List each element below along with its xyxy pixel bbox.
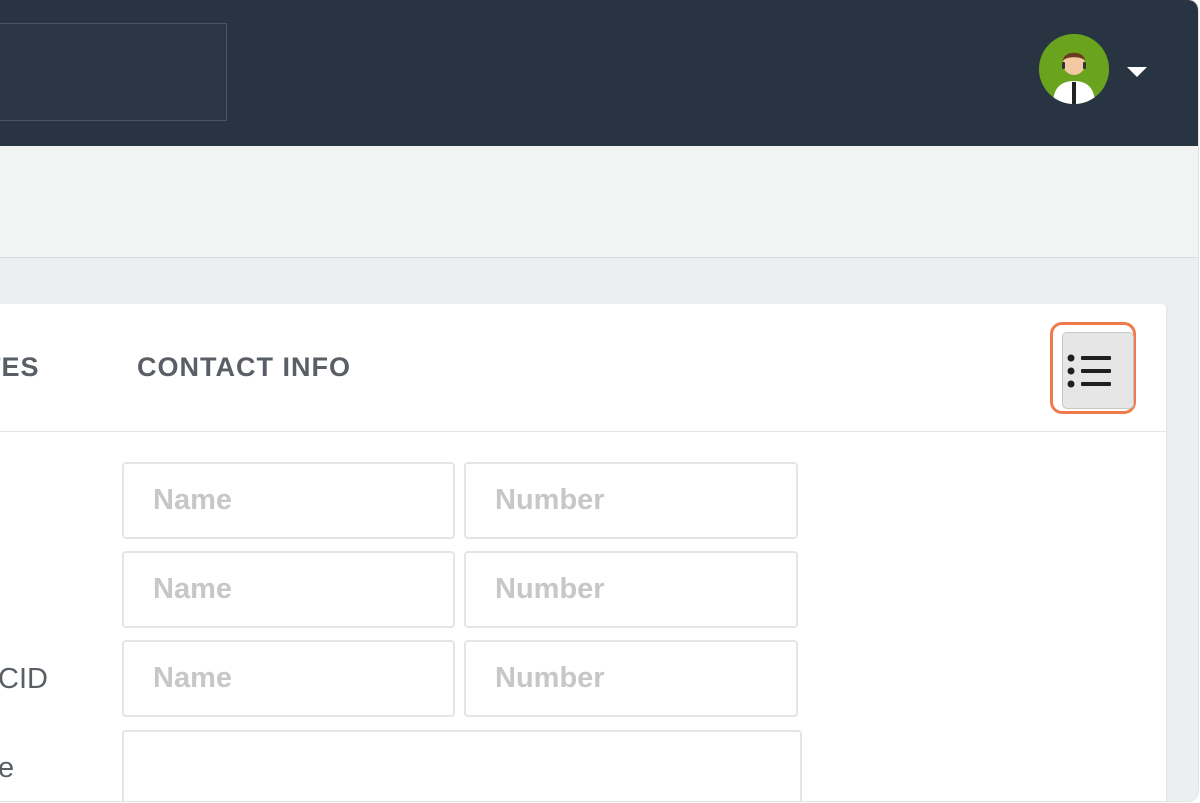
cid-name-input[interactable] <box>122 640 455 717</box>
tab-notes[interactable]: TES <box>0 352 40 383</box>
app-window: TES CONTACT INFO CID e <box>0 0 1198 801</box>
tab-contact-info[interactable]: CONTACT INFO <box>137 352 351 383</box>
caret-down-icon[interactable] <box>1127 67 1147 77</box>
list-icon <box>1067 354 1111 388</box>
user-avatar-icon <box>1039 34 1109 104</box>
caller-name-input-1[interactable] <box>122 462 455 539</box>
contact-card: TES CONTACT INFO CID e <box>0 304 1166 801</box>
menu-button[interactable] <box>1062 332 1134 409</box>
note-label: e <box>0 752 15 784</box>
caller-number-input-2[interactable] <box>464 551 798 628</box>
caller-number-input-1[interactable] <box>464 462 798 539</box>
page-subheader <box>0 146 1198 258</box>
note-input[interactable] <box>122 730 802 801</box>
cid-label: CID <box>0 663 48 695</box>
user-avatar-icon[interactable] <box>1039 34 1109 104</box>
caller-name-input-2[interactable] <box>122 551 455 628</box>
search-input[interactable] <box>0 23 227 121</box>
tab-bar: TES CONTACT INFO <box>0 304 1166 432</box>
top-navbar <box>0 0 1198 146</box>
cid-number-input[interactable] <box>464 640 798 717</box>
